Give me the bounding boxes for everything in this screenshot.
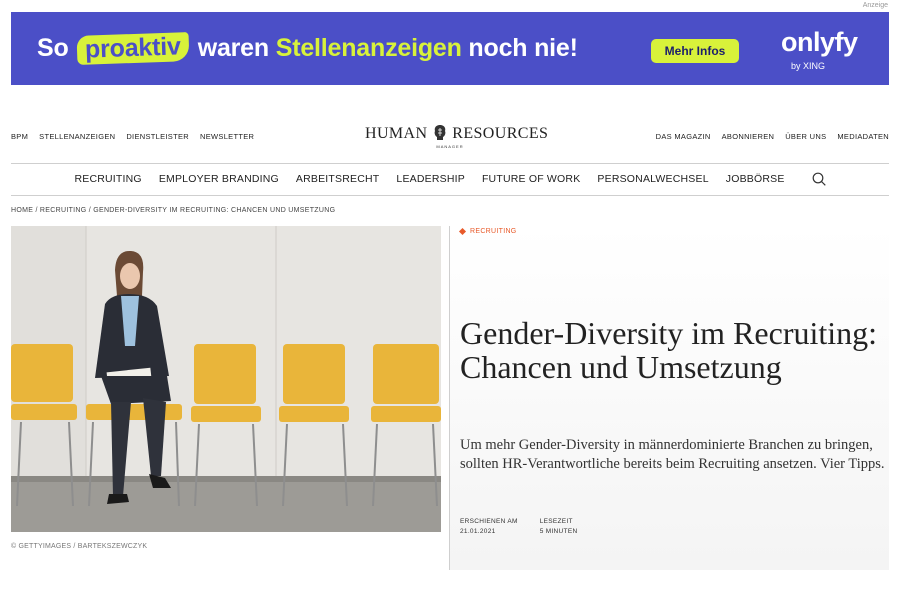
hero-image [11, 226, 441, 532]
main-nav-jobboerse[interactable]: JOBBÖRSE [726, 173, 785, 185]
ad-headline-post: noch nie! [468, 34, 578, 62]
ad-more-info-button[interactable]: Mehr Infos [651, 39, 739, 63]
nav-link-abonnieren[interactable]: ABONNIEREN [722, 132, 775, 141]
logo-text-right: RESOURCES [452, 125, 549, 142]
article-lede: Um mehr Gender-Diversity in männerdomini… [460, 437, 885, 472]
meta-published-date: 21.01.2021 [460, 528, 496, 535]
utility-nav-right: DAS MAGAZIN ABONNIEREN ÜBER UNS MEDIADAT… [656, 132, 889, 141]
nav-link-bpm[interactable]: BPM [11, 132, 28, 141]
main-nav-employer-branding[interactable]: EMPLOYER BRANDING [159, 173, 279, 185]
nav-divider [11, 195, 889, 196]
main-nav-arbeitsrecht[interactable]: ARBEITSRECHT [296, 173, 380, 185]
article-category[interactable]: RECRUITING [458, 227, 517, 236]
meta-published: ERSCHIENEN AM 21.01.2021 [460, 517, 518, 537]
meta-reading-value: 5 MINUTEN [539, 528, 578, 535]
ad-label: Anzeige [862, 2, 888, 9]
meta-published-label: ERSCHIENEN AM [460, 518, 518, 525]
site-header: BPM STELLENANZEIGEN DIENSTLEISTER NEWSLE… [11, 118, 889, 158]
search-icon[interactable] [812, 172, 826, 186]
nav-link-dienstleister[interactable]: DIENSTLEISTER [126, 132, 189, 141]
ad-banner[interactable]: So proaktiv waren Stellenanzeigen noch n… [11, 12, 889, 85]
ad-headline-mid: waren [197, 34, 269, 62]
header-divider [11, 163, 889, 164]
main-nav-recruiting[interactable]: RECRUITING [74, 173, 141, 185]
article-title: Gender-Diversity im Recruiting: Chancen … [460, 315, 878, 385]
nav-link-newsletter[interactable]: NEWSLETTER [200, 132, 254, 141]
category-diamond-icon [458, 227, 467, 236]
ad-headline-pill: proaktiv [76, 32, 190, 65]
nav-link-mediadaten[interactable]: MEDIADATEN [837, 132, 889, 141]
nav-link-das-magazin[interactable]: DAS MAGAZIN [656, 132, 711, 141]
main-nav-future-of-work[interactable]: FUTURE OF WORK [482, 173, 580, 185]
main-nav: RECRUITING EMPLOYER BRANDING ARBEITSRECH… [0, 172, 900, 186]
article-category-label: RECRUITING [470, 228, 517, 235]
ad-headline-pre: So [37, 34, 69, 62]
meta-reading-label: LESEZEIT [539, 518, 573, 525]
image-credit: © GETTYIMAGES / BARTEKSZEWCZYK [11, 543, 148, 550]
nav-link-ueber-uns[interactable]: ÜBER UNS [785, 132, 826, 141]
ad-headline-highlight: Stellenanzeigen [275, 34, 462, 62]
ad-headline: So proaktiv waren Stellenanzeigen noch n… [37, 32, 578, 65]
logo-subtitle: MANAGER [436, 144, 464, 149]
meta-reading-time: LESEZEIT 5 MINUTEN [540, 517, 578, 537]
main-nav-personalwechsel[interactable]: PERSONALWECHSEL [597, 173, 708, 185]
hero-photo [11, 226, 441, 532]
ad-brand-logo: onlyfy [781, 27, 858, 57]
main-nav-leadership[interactable]: LEADERSHIP [396, 173, 465, 185]
breadcrumb[interactable]: HOME / RECRUITING / GENDER-DIVERSITY IM … [11, 207, 335, 214]
nav-link-stellenanzeigen[interactable]: STELLENANZEIGEN [39, 132, 115, 141]
ad-brand-sub: by XING [791, 61, 826, 71]
article-meta: ERSCHIENEN AM 21.01.2021 LESEZEIT 5 MINU… [460, 517, 577, 537]
logo-emblem-icon [434, 125, 446, 140]
site-logo[interactable]: HUMAN RESOURCES MANAGER [365, 124, 548, 149]
logo-text-left: HUMAN [365, 125, 428, 142]
utility-nav-left: BPM STELLENANZEIGEN DIENSTLEISTER NEWSLE… [11, 132, 254, 141]
article-header: RECRUITING Gender-Diversity im Recruitin… [450, 226, 889, 570]
